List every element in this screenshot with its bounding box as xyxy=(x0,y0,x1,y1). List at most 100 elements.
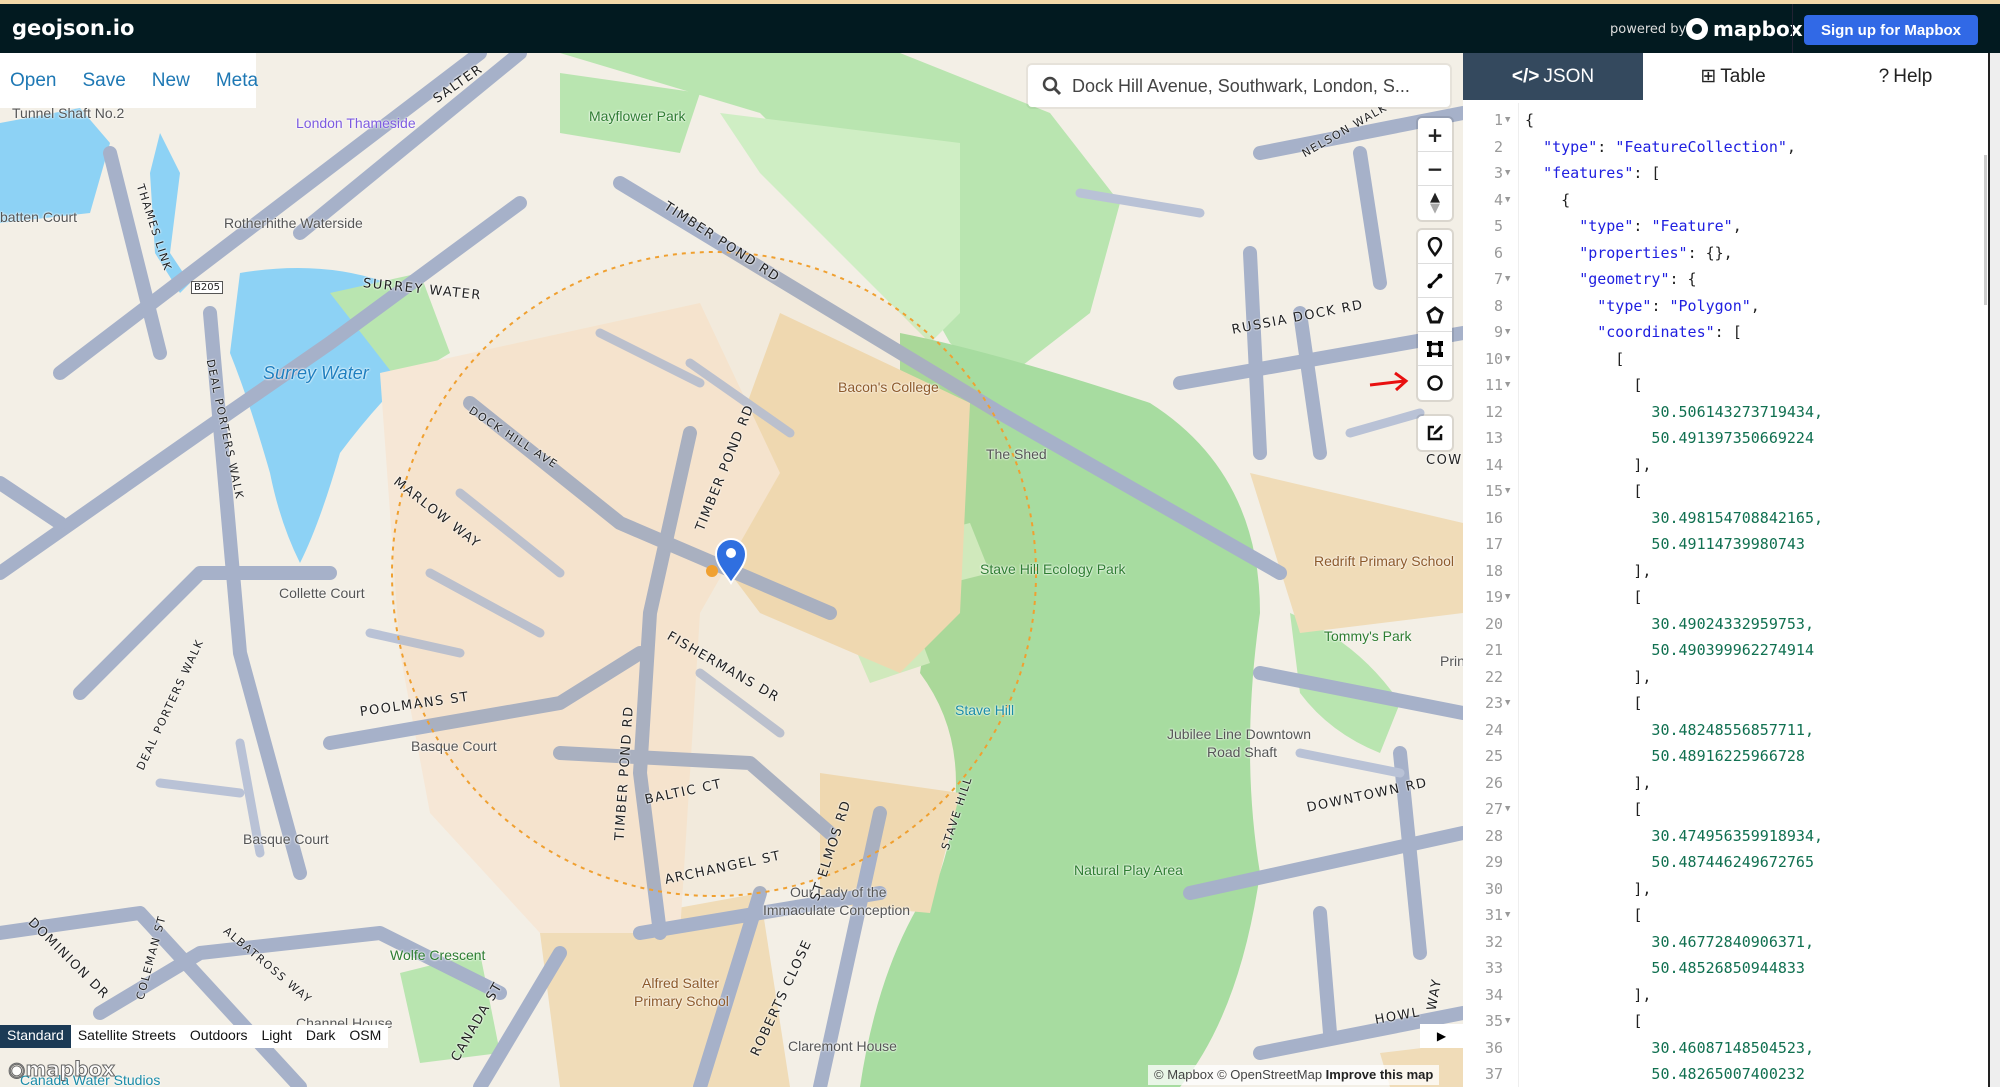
table-icon: ⊞ xyxy=(1700,66,1717,87)
draw-line-button[interactable] xyxy=(1418,264,1452,298)
editor-scrollbar[interactable] xyxy=(1984,155,1987,305)
line-number: 9 xyxy=(1493,323,1503,341)
line-number: 6 xyxy=(1493,243,1503,262)
tab-table[interactable]: ⊞ Table xyxy=(1643,53,1823,100)
json-editor[interactable]: 1 ▼{2 "type": "FeatureCollection", 3 ▼ "fea… xyxy=(1463,103,1988,1087)
place-label[interactable]: Redrift Primary School xyxy=(1314,553,1454,569)
code-line: 30.506143273719434, xyxy=(1525,402,1824,421)
line-number: 4 xyxy=(1493,190,1503,209)
code-line: "type": "FeatureCollection", xyxy=(1543,137,1796,156)
fold-toggle-icon: ▼ xyxy=(1505,592,1511,602)
tab-help[interactable]: ? Help xyxy=(1823,53,1988,100)
circle-center-point[interactable] xyxy=(706,565,718,577)
draw-toolbar xyxy=(1418,230,1452,400)
place-label[interactable]: Natural Play Area xyxy=(1074,862,1183,878)
style-option-outdoors[interactable]: Outdoors xyxy=(183,1025,255,1048)
code-line: ], xyxy=(1525,455,1652,474)
fold-toggle-icon: ▼ xyxy=(1505,168,1511,178)
place-label: Collette Court xyxy=(279,585,365,601)
place-label: Road Shaft xyxy=(1207,744,1278,760)
collapse-panel-button[interactable]: ▶ xyxy=(1420,1024,1463,1048)
edit-icon xyxy=(1427,425,1443,441)
line-number: 24 xyxy=(1484,720,1503,739)
code-line: ], xyxy=(1525,667,1652,686)
mapbox-credit-link[interactable]: © Mapbox xyxy=(1154,1067,1213,1082)
zoom-in-button[interactable]: + xyxy=(1418,118,1452,152)
draw-circle-button[interactable] xyxy=(1418,366,1452,400)
rectangle-icon xyxy=(1427,340,1443,357)
code-line: 30.49024332959753, xyxy=(1525,614,1814,633)
powered-by-text: powered by xyxy=(1610,22,1687,37)
new-button[interactable]: New xyxy=(152,70,190,92)
code-line: 30.498154708842165, xyxy=(1525,508,1824,527)
line-number: 2 xyxy=(1493,137,1503,156)
line-number: 23 xyxy=(1484,694,1503,712)
code-icon: </> xyxy=(1511,65,1540,87)
code-line: { xyxy=(1525,111,1535,129)
circle-icon xyxy=(1427,375,1443,391)
tab-json[interactable]: </> JSON xyxy=(1463,53,1643,100)
place-label[interactable]: Mayflower Park xyxy=(589,108,685,124)
save-button[interactable]: Save xyxy=(82,70,125,92)
style-option-light[interactable]: Light xyxy=(254,1025,298,1048)
zoom-out-button[interactable]: − xyxy=(1418,152,1452,186)
water-label: Surrey Water xyxy=(263,363,369,383)
place-label[interactable]: Stave Hill Ecology Park xyxy=(980,561,1126,577)
place-label: Claremont House xyxy=(788,1038,897,1054)
code-line: [ xyxy=(1525,906,1643,924)
code-line: 50.48526850944833 xyxy=(1525,959,1805,977)
osm-credit-link[interactable]: © OpenStreetMap xyxy=(1217,1067,1322,1082)
tab-label: Help xyxy=(1893,65,1933,87)
map-canvas[interactable]: Tunnel Shaft No.2 London Thameside Mayfl… xyxy=(0,53,1463,1087)
line-number: 10 xyxy=(1484,349,1503,368)
place-label: The Shed xyxy=(986,446,1047,462)
code-line: ], xyxy=(1525,985,1652,1004)
draw-polygon-button[interactable] xyxy=(1418,298,1452,332)
fold-toggle-icon: ▼ xyxy=(1505,115,1511,125)
code-line: 50.487446249672765 xyxy=(1525,853,1814,871)
fold-toggle-icon: ▼ xyxy=(1505,486,1511,496)
improve-map-link[interactable]: Improve this map xyxy=(1326,1067,1434,1082)
tab-label: Table xyxy=(1720,65,1766,87)
panel-tabs: </> JSON ⊞ Table ? Help xyxy=(1463,53,1988,100)
place-label[interactable]: Wolfe Crescent xyxy=(390,947,485,963)
line-number: 20 xyxy=(1484,614,1503,633)
draw-marker-button[interactable] xyxy=(1418,230,1452,264)
line-number: 11 xyxy=(1484,376,1503,394)
line-number: 16 xyxy=(1484,508,1503,527)
geocoder-search xyxy=(1028,65,1450,107)
code-line: { xyxy=(1525,190,1571,209)
meta-button[interactable]: Meta xyxy=(216,70,258,92)
style-option-satellite-streets[interactable]: Satellite Streets xyxy=(71,1025,183,1048)
place-label[interactable]: Stave Hill xyxy=(955,702,1014,718)
line-number: 1 xyxy=(1493,111,1503,129)
map-attribution: © Mapbox © OpenStreetMap Improve this ma… xyxy=(1148,1065,1440,1085)
style-option-standard[interactable]: Standard xyxy=(0,1025,71,1048)
code-line: "properties": {}, xyxy=(1579,243,1733,262)
place-label[interactable]: Tommy's Park xyxy=(1324,628,1411,644)
line-number: 18 xyxy=(1484,561,1503,580)
place-label[interactable]: Alfred Salter xyxy=(642,975,719,991)
line-number: 21 xyxy=(1484,641,1503,659)
line-number: 7 xyxy=(1493,270,1503,288)
search-input[interactable] xyxy=(1072,75,1432,97)
open-button[interactable]: Open xyxy=(10,70,56,92)
edit-features-button[interactable] xyxy=(1418,416,1452,450)
style-option-osm[interactable]: OSM xyxy=(342,1025,388,1048)
place-label: batten Court xyxy=(0,209,78,225)
line-number: 13 xyxy=(1484,429,1503,447)
mapbox-logo[interactable]: mapbox xyxy=(1686,17,1803,41)
fold-toggle-icon: ▼ xyxy=(1505,698,1511,708)
sign-up-button[interactable]: Sign up for Mapbox xyxy=(1804,15,1978,45)
draw-rectangle-button[interactable] xyxy=(1418,332,1452,366)
app-logo[interactable]: geojson.io xyxy=(12,16,134,40)
place-label[interactable]: Bacon's College xyxy=(838,379,939,395)
place-label: Immaculate Conception xyxy=(763,902,911,918)
style-option-dark[interactable]: Dark xyxy=(299,1025,343,1048)
compass-button[interactable]: ▲ ▼ xyxy=(1418,186,1452,220)
place-label: Jubilee Line Downtown xyxy=(1167,726,1311,742)
code-line: "type": "Feature", xyxy=(1579,217,1742,235)
line-number: 31 xyxy=(1484,906,1503,924)
mapbox-watermark[interactable]: ◉mapbox xyxy=(7,1057,115,1082)
place-label[interactable]: London Thameside xyxy=(296,115,416,131)
